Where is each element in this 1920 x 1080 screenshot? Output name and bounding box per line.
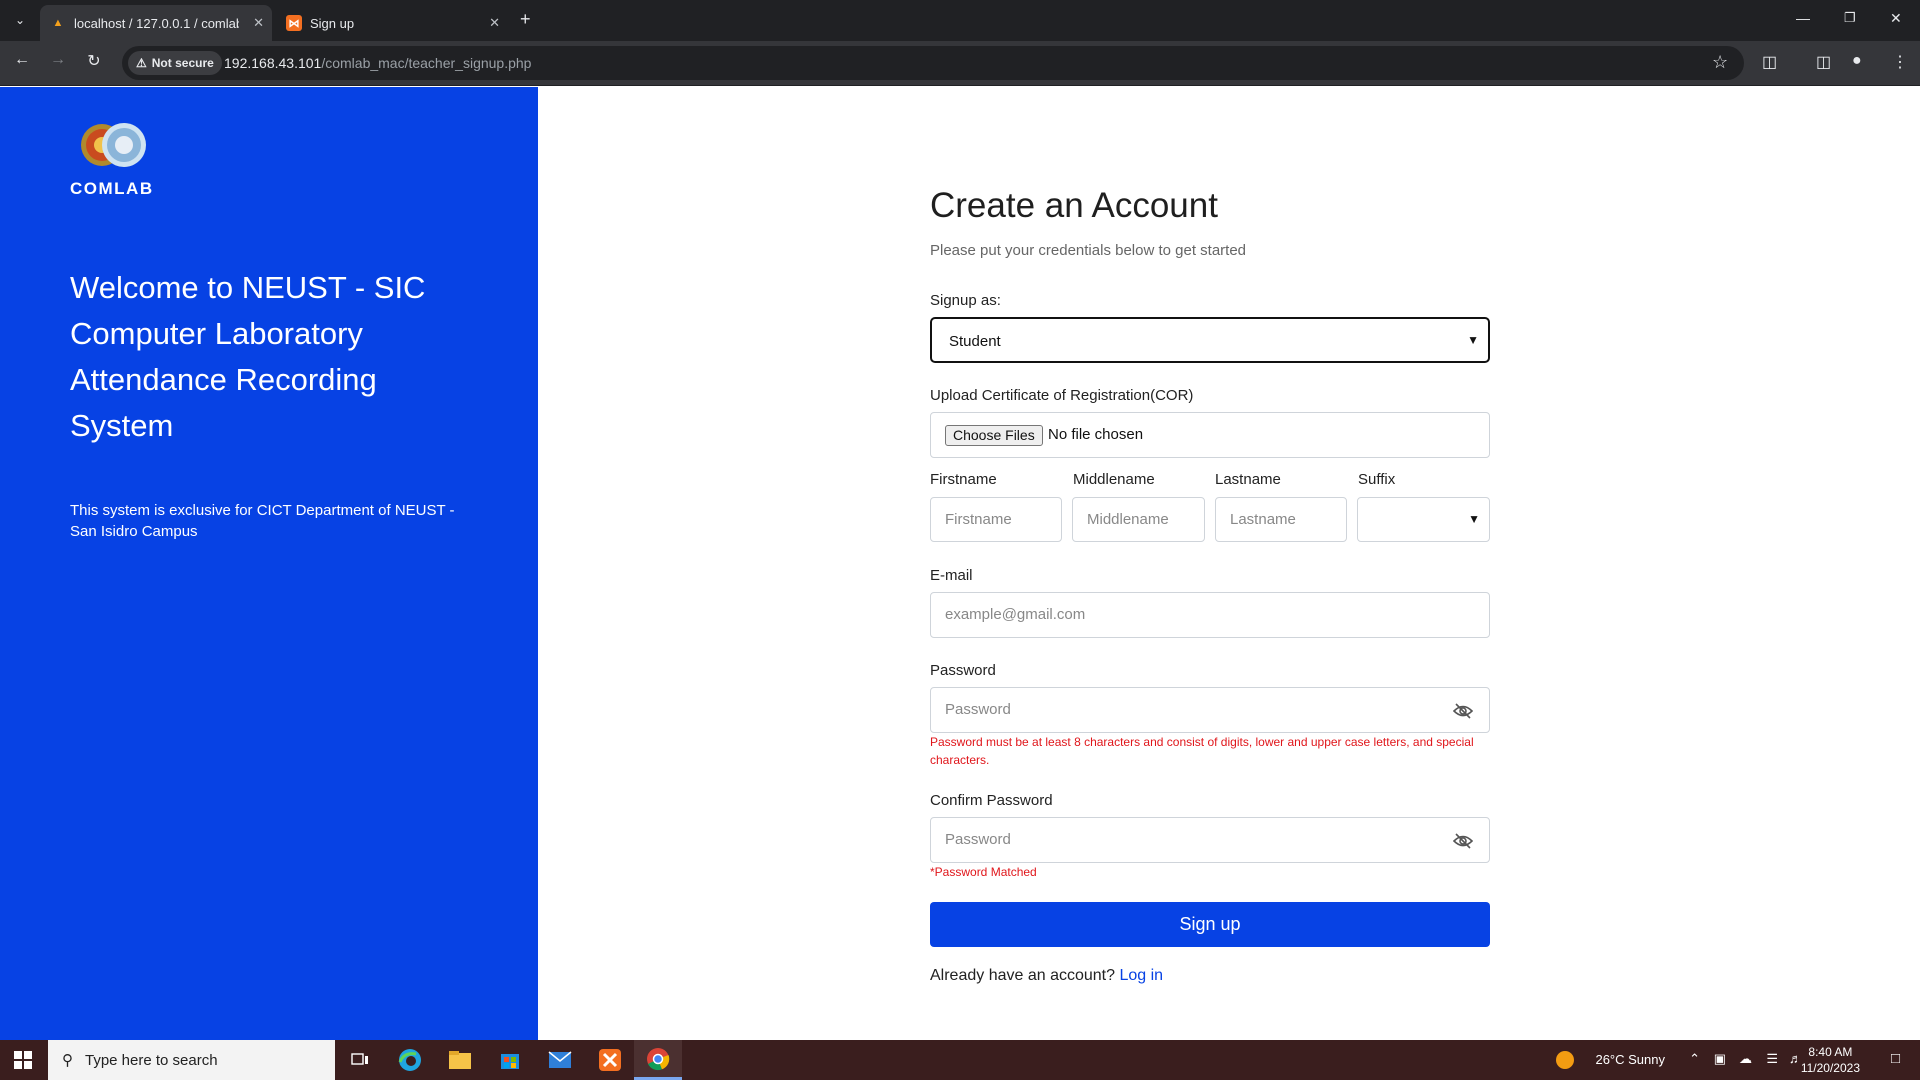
file-explorer-icon[interactable] — [436, 1040, 484, 1080]
clock-time: 8:40 AM — [1808, 1045, 1853, 1059]
lastname-placeholder: Lastname — [1230, 511, 1296, 528]
wifi-icon[interactable]: ☰ — [1766, 1051, 1778, 1067]
middlename-placeholder: Middlename — [1087, 511, 1169, 528]
phpmyadmin-favicon-icon: ▲ — [52, 17, 64, 29]
meet-now-icon[interactable]: ▣ — [1714, 1051, 1726, 1067]
close-tab-icon[interactable]: ✕ — [489, 15, 500, 31]
eye-slash-icon[interactable] — [1453, 832, 1473, 850]
windows-start-button[interactable] — [0, 1040, 46, 1080]
not-secure-badge[interactable]: ⚠ Not secure — [128, 51, 222, 75]
chevron-down-icon: ▼ — [1468, 512, 1480, 526]
show-hidden-icons-chevron-icon[interactable]: ⌃ — [1689, 1051, 1700, 1067]
profile-avatar-icon[interactable]: ● — [1852, 52, 1862, 70]
choose-files-button[interactable]: Choose Files — [945, 425, 1043, 446]
window-close-icon[interactable]: ✕ — [1890, 10, 1902, 27]
password-input[interactable]: Password — [930, 687, 1490, 733]
firstname-placeholder: Firstname — [945, 511, 1012, 528]
notifications-icon[interactable]: □ — [1891, 1050, 1900, 1067]
welcome-panel: COMLAB Welcome to NEUST - SIC Computer L… — [0, 87, 538, 1040]
chrome-icon[interactable] — [634, 1040, 682, 1080]
lastname-input[interactable]: Lastname — [1215, 497, 1347, 542]
taskbar-search-box[interactable]: ⚲ Type here to search — [48, 1040, 335, 1080]
close-tab-icon[interactable]: ✕ — [253, 15, 264, 31]
password-requirement-warning: Password must be at least 8 characters a… — [930, 735, 1474, 767]
weather-sun-icon[interactable] — [1555, 1050, 1575, 1073]
tab-title: localhost / 127.0.0.1 / comlab_mac — [74, 15, 239, 31]
email-label: E-mail — [930, 567, 973, 584]
warning-triangle-icon: ⚠ — [136, 56, 147, 70]
login-prompt: Already have an account? Log in — [930, 967, 1163, 985]
middlename-input[interactable]: Middlename — [1072, 497, 1205, 542]
new-tab-plus-icon[interactable]: + — [520, 9, 531, 30]
sign-up-button[interactable]: Sign up — [930, 902, 1490, 947]
address-bar[interactable]: ⚠ Not secure 192.168.43.101/comlab_mac/t… — [122, 46, 1744, 80]
clock[interactable]: 8:40 AM 11/20/2023 — [1801, 1044, 1860, 1076]
password-matched-message: *Password Matched — [930, 865, 1037, 879]
xampp-favicon-icon: ⋈ — [286, 15, 302, 31]
signup-as-select[interactable]: Student ▼ — [930, 317, 1490, 363]
search-icon: ⚲ — [62, 1052, 73, 1069]
url-text[interactable]: 192.168.43.101/comlab_mac/teacher_signup… — [224, 55, 531, 71]
welcome-heading: Welcome to NEUST - SIC Computer Laborato… — [70, 270, 426, 443]
back-arrow-icon[interactable]: ← — [10, 51, 34, 69]
not-secure-label: Not secure — [151, 56, 214, 70]
side-panel-icon[interactable]: ◫ — [1816, 52, 1831, 72]
mail-icon[interactable] — [536, 1040, 584, 1080]
confirm-password-label: Confirm Password — [930, 792, 1053, 809]
tab-search-chevron-icon[interactable]: ⌄ — [8, 8, 32, 32]
signup-as-label: Signup as: — [930, 292, 1001, 309]
windows-taskbar: ⚲ Type here to search 26°C Sunny ⌃ ▣ ☁ ☰… — [0, 1040, 1920, 1080]
clock-date: 11/20/2023 — [1800, 1061, 1860, 1075]
eye-slash-icon[interactable] — [1453, 702, 1473, 720]
url-host: 192.168.43.101 — [224, 55, 322, 71]
email-input[interactable]: example@gmail.com — [930, 592, 1490, 638]
brand-name: COMLAB — [70, 179, 154, 198]
already-have-account-text: Already have an account? — [930, 967, 1116, 984]
upload-cor-label: Upload Certificate of Registration(COR) — [930, 387, 1194, 404]
email-placeholder: example@gmail.com — [945, 606, 1086, 623]
neust-seal-logo-icon — [81, 123, 146, 167]
log-in-link[interactable]: Log in — [1119, 967, 1163, 984]
forward-arrow-icon[interactable]: → — [46, 51, 70, 69]
chevron-down-icon: ▼ — [1467, 333, 1479, 347]
reload-icon[interactable]: ↻ — [82, 51, 106, 71]
minimize-icon[interactable]: — — [1796, 10, 1810, 26]
edge-browser-icon[interactable] — [386, 1040, 434, 1080]
url-path: /comlab_mac/teacher_signup.php — [321, 55, 532, 71]
bookmark-star-icon[interactable]: ☆ — [1712, 52, 1728, 73]
search-placeholder: Type here to search — [85, 1051, 218, 1069]
tab-title: Sign up — [310, 15, 355, 31]
windows-logo-icon — [14, 1051, 32, 1069]
browser-tab-bar: ⌄ ▲ localhost / 127.0.0.1 / comlab_mac ✕… — [0, 0, 1920, 41]
firstname-label: Firstname — [930, 471, 997, 488]
suffix-select[interactable]: ▼ — [1357, 497, 1490, 542]
browser-tab-phpmyadmin[interactable]: ▲ localhost / 127.0.0.1 / comlab_mac ✕ — [40, 5, 272, 41]
weather-text[interactable]: 26°C Sunny — [1595, 1052, 1665, 1067]
microsoft-store-icon[interactable] — [486, 1040, 534, 1080]
confirm-password-placeholder: Password — [945, 831, 1011, 848]
restore-icon[interactable]: ❐ — [1844, 10, 1856, 26]
form-subtitle: Please put your credentials below to get… — [930, 242, 1247, 259]
password-placeholder: Password — [945, 701, 1011, 718]
confirm-password-input[interactable]: Password — [930, 817, 1490, 863]
extensions-puzzle-icon[interactable]: ◫ — [1762, 52, 1777, 72]
signup-page: COMLAB Welcome to NEUST - SIC Computer L… — [0, 87, 1920, 1040]
cor-file-input[interactable]: Choose Files No file chosen — [930, 412, 1490, 458]
lastname-label: Lastname — [1215, 471, 1281, 488]
signup-as-value: Student — [949, 333, 1001, 350]
suffix-label: Suffix — [1358, 471, 1396, 488]
chrome-menu-icon[interactable]: ⋮ — [1892, 52, 1908, 72]
middlename-label: Middlename — [1073, 471, 1155, 488]
no-file-chosen-text: No file chosen — [1048, 426, 1144, 443]
browser-tab-signup[interactable]: ⋈ Sign up ✕ — [276, 5, 508, 41]
onedrive-cloud-icon[interactable]: ☁ — [1739, 1051, 1752, 1067]
exclusive-note: This system is exclusive for CICT Depart… — [70, 502, 455, 540]
address-toolbar: ← → ↻ ⚠ Not secure 192.168.43.101/comlab… — [0, 41, 1920, 86]
form-title: Create an Account — [930, 186, 1218, 225]
xampp-icon[interactable] — [586, 1040, 634, 1080]
password-label: Password — [930, 662, 996, 679]
firstname-input[interactable]: Firstname — [930, 497, 1062, 542]
task-view-icon[interactable] — [336, 1040, 384, 1080]
signup-form: Create an Account Please put your creden… — [930, 87, 1490, 1040]
